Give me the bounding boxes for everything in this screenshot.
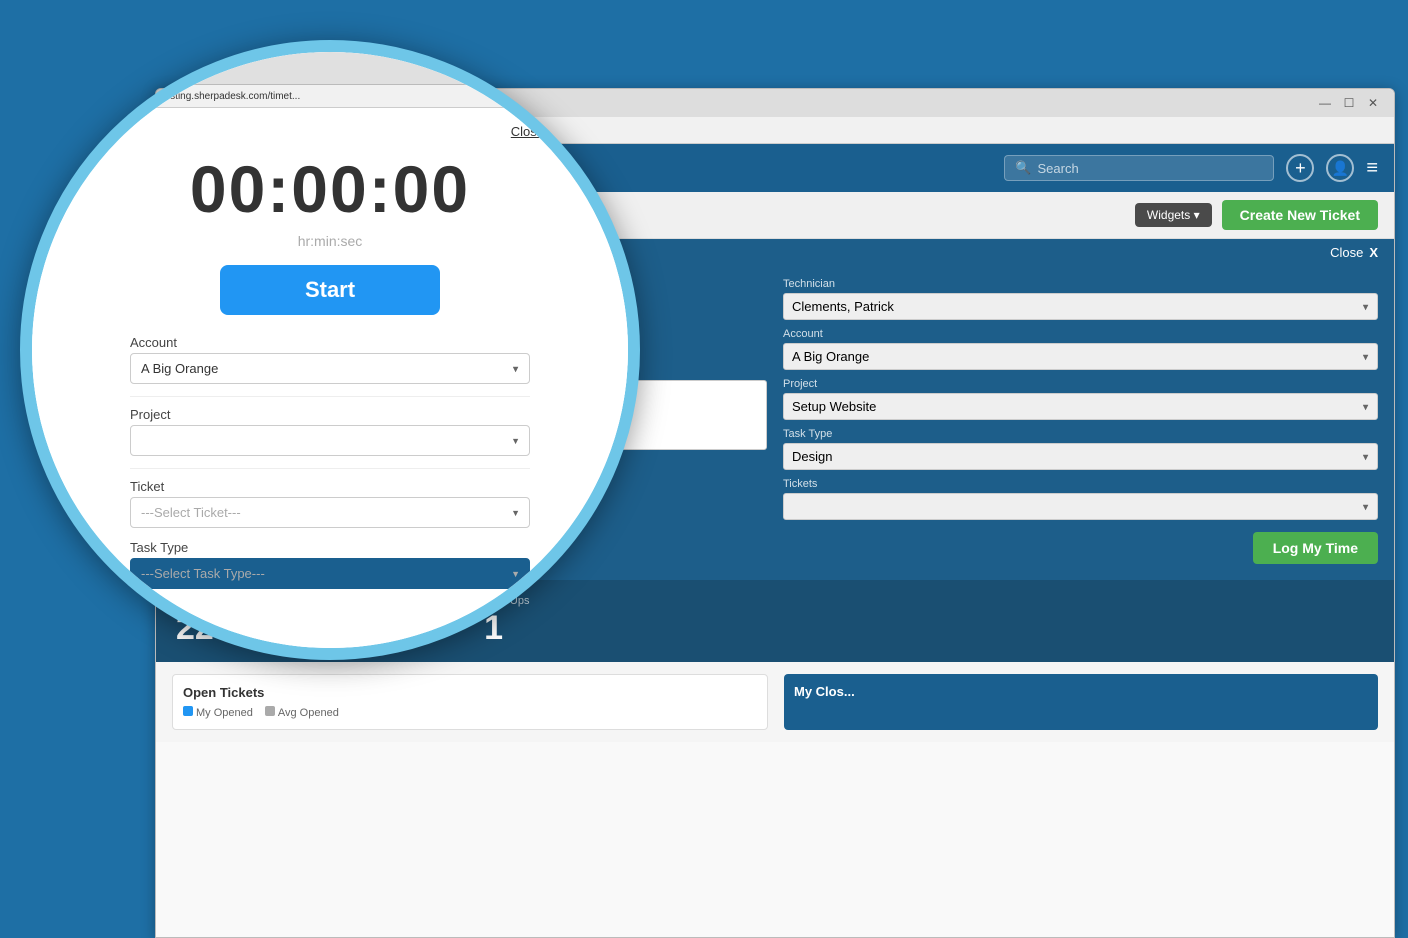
chart-legend: My Opened Avg Opened: [183, 706, 757, 719]
closed-chart: My Clos...: [784, 674, 1378, 730]
timer-ticket-wrapper: ---Select Ticket--- ▼: [130, 497, 530, 528]
mag-restore-button[interactable]: ☐: [607, 89, 618, 103]
timer-display: 00:00:00: [190, 151, 470, 227]
technician-select[interactable]: Clements, Patrick: [783, 293, 1378, 320]
search-box[interactable]: 🔍: [1004, 155, 1274, 181]
mag-divider: [100, 89, 101, 103]
timer-project-wrapper: ▼: [130, 425, 530, 456]
form-divider-1: [130, 396, 530, 397]
tickets-label: Tickets: [783, 478, 1378, 490]
close-button[interactable]: ✕: [1364, 94, 1382, 112]
mag-minimize-button[interactable]: —: [587, 89, 599, 103]
project-select[interactable]: Setup Website: [783, 393, 1378, 420]
timer-ticket-label: Ticket: [130, 479, 530, 494]
start-timer-button[interactable]: Start: [220, 265, 440, 315]
closed-chart-label: My Clos...: [794, 684, 1368, 699]
tickets-select[interactable]: [783, 493, 1378, 520]
menu-icon-button[interactable]: ≡: [1366, 157, 1378, 180]
magnifier-win-controls: — ☐: [587, 89, 618, 103]
timer-popup: 🌿 Small Business H... 🔒 Secure https://d…: [32, 52, 628, 648]
timer-account-select[interactable]: A Big Orange: [130, 353, 530, 384]
account-label: Account: [783, 328, 1378, 340]
task-type-select[interactable]: Design: [783, 443, 1378, 470]
timer-task-type-label: Task Type: [130, 540, 530, 555]
timer-task-type-wrapper: ---Select Task Type--- ▼: [130, 558, 530, 589]
restore-button[interactable]: ☐: [1340, 94, 1358, 112]
my-opened-dot: [183, 706, 193, 716]
search-icon: 🔍: [1015, 160, 1031, 176]
window-controls: — ☐ ✕: [1316, 94, 1382, 112]
widgets-button[interactable]: Widgets ▾: [1135, 203, 1212, 227]
technician-label: Technician: [783, 278, 1378, 290]
task-type-label: Task Type: [783, 428, 1378, 440]
timer-account-wrapper: A Big Orange ▼: [130, 353, 530, 384]
magnifier-tab[interactable]: 🌿 Small Business H...: [42, 57, 181, 79]
timer-ticket-select[interactable]: ---Select Ticket---: [130, 497, 530, 528]
close-label: Close: [1330, 245, 1363, 260]
timer-content: Close Page 00:00:00 hr:min:sec Start Acc…: [32, 108, 628, 648]
create-ticket-button[interactable]: Create New Ticket: [1222, 200, 1378, 230]
timer-unit-label: hr:min:sec: [298, 233, 363, 249]
open-tickets-title: Open Tickets: [183, 685, 757, 700]
hamburger-icon: ≡: [1366, 157, 1378, 179]
timer-project-label: Project: [130, 407, 530, 422]
magnifier-secure-label: Secure: [60, 91, 93, 102]
tab-leaf-icon: 🌿: [55, 62, 69, 75]
search-input[interactable]: [1038, 161, 1238, 176]
log-time-button[interactable]: Log My Time: [1253, 532, 1378, 564]
magnifier-browser-top: 🌿 Small Business H...: [32, 52, 628, 85]
project-label: Project: [783, 378, 1378, 390]
user-icon-button[interactable]: 👤: [1326, 154, 1354, 182]
magnifier-address: https://demotesting.sherpadesk.com/timet…: [107, 91, 581, 102]
close-page-link[interactable]: Close Page: [511, 124, 578, 139]
avg-opened-dot: [265, 706, 275, 716]
timer-task-type-select[interactable]: ---Select Task Type---: [130, 558, 530, 589]
magnifier-secure-icon: 🔒: [42, 91, 54, 102]
magnifier-overlay: 🌿 Small Business H... 🔒 Secure https://d…: [20, 40, 640, 660]
form-divider-2: [130, 468, 530, 469]
open-tickets-chart: Open Tickets My Opened Avg Opened: [172, 674, 768, 730]
close-x-button[interactable]: X: [1369, 245, 1378, 260]
magnifier-addressbar: 🔒 Secure https://demotesting.sherpadesk.…: [32, 85, 628, 108]
add-icon-button[interactable]: +: [1286, 154, 1314, 182]
charts-area: Open Tickets My Opened Avg Opened My Clo…: [156, 662, 1394, 742]
account-select[interactable]: A Big Orange: [783, 343, 1378, 370]
user-icon: 👤: [1332, 160, 1349, 177]
timer-account-label: Account: [130, 335, 530, 350]
minimize-button[interactable]: —: [1316, 94, 1334, 112]
tab-label: Small Business H...: [73, 63, 168, 75]
timer-form: Account A Big Orange ▼ Project ▼ Tick: [130, 335, 530, 589]
timer-project-select[interactable]: [130, 425, 530, 456]
